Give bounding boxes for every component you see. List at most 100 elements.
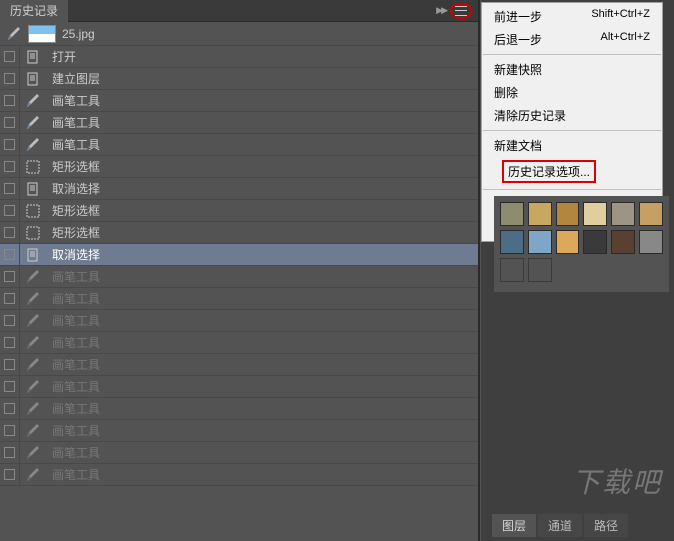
history-brush-icon <box>6 26 22 42</box>
checkbox-icon <box>4 161 15 172</box>
menu-item[interactable]: 新建文档 <box>482 134 662 157</box>
brush-icon <box>20 357 46 373</box>
tab-channels[interactable]: 通道 <box>538 514 582 537</box>
menu-item-label: 清除历史记录 <box>494 107 650 124</box>
history-source-checkbox[interactable] <box>0 310 20 332</box>
history-row[interactable]: 打开 <box>0 46 478 68</box>
history-step-label: 画笔工具 <box>46 136 100 153</box>
collapse-arrows-icon[interactable]: ▶▶ <box>436 5 446 16</box>
checkbox-icon <box>4 425 15 436</box>
swatch[interactable] <box>611 230 635 254</box>
history-row[interactable]: 画笔工具 <box>0 464 478 486</box>
history-row[interactable]: 取消选择 <box>0 244 478 266</box>
history-source-checkbox[interactable] <box>0 68 20 90</box>
history-row[interactable]: 画笔工具 <box>0 90 478 112</box>
history-tab[interactable]: 历史记录 <box>0 0 68 22</box>
history-source-checkbox[interactable] <box>0 442 20 464</box>
history-source-checkbox[interactable] <box>0 354 20 376</box>
history-source-checkbox[interactable] <box>0 46 20 68</box>
history-row[interactable]: 矩形选框 <box>0 200 478 222</box>
history-source-checkbox[interactable] <box>0 332 20 354</box>
menu-item[interactable]: 清除历史记录 <box>482 104 662 127</box>
history-source-checkbox[interactable] <box>0 156 20 178</box>
menu-item-shortcut: Alt+Ctrl+Z <box>600 31 650 48</box>
history-step-label: 画笔工具 <box>46 290 100 307</box>
history-source-checkbox[interactable] <box>0 376 20 398</box>
brush-icon <box>20 445 46 461</box>
swatch[interactable] <box>556 202 580 226</box>
swatch[interactable] <box>556 230 580 254</box>
swatch[interactable] <box>583 230 607 254</box>
history-row[interactable]: 取消选择 <box>0 178 478 200</box>
history-source-checkbox[interactable] <box>0 288 20 310</box>
menu-item[interactable]: 前进一步Shift+Ctrl+Z <box>482 5 662 28</box>
brush-icon <box>20 313 46 329</box>
checkbox-icon <box>4 117 15 128</box>
history-source-checkbox[interactable] <box>0 134 20 156</box>
history-row[interactable]: 画笔工具 <box>0 134 478 156</box>
history-row[interactable]: 画笔工具 <box>0 420 478 442</box>
tab-layers[interactable]: 图层 <box>492 514 536 537</box>
menu-item-label: 历史记录选项... <box>502 160 596 183</box>
history-row[interactable]: 建立图层 <box>0 68 478 90</box>
history-step-label: 画笔工具 <box>46 378 100 395</box>
checkbox-icon <box>4 359 15 370</box>
history-row[interactable]: 矩形选框 <box>0 156 478 178</box>
swatch[interactable] <box>639 230 663 254</box>
history-step-label: 画笔工具 <box>46 356 100 373</box>
history-source-checkbox[interactable] <box>0 200 20 222</box>
checkbox-icon <box>4 337 15 348</box>
menu-item[interactable]: 历史记录选项... <box>490 157 654 186</box>
menu-item[interactable]: 删除 <box>482 81 662 104</box>
history-row[interactable]: 画笔工具 <box>0 376 478 398</box>
menu-item[interactable]: 新建快照 <box>482 58 662 81</box>
history-source-checkbox[interactable] <box>0 420 20 442</box>
history-step-label: 画笔工具 <box>46 444 100 461</box>
swatch[interactable] <box>583 202 607 226</box>
panel-menu-icon[interactable] <box>455 6 467 16</box>
history-row[interactable]: 画笔工具 <box>0 442 478 464</box>
swatch[interactable] <box>528 202 552 226</box>
swatch[interactable] <box>639 202 663 226</box>
swatch[interactable] <box>528 230 552 254</box>
document-filename: 25.jpg <box>62 27 95 41</box>
menu-item-label: 删除 <box>494 84 650 101</box>
checkbox-icon <box>4 227 15 238</box>
history-source-checkbox[interactable] <box>0 464 20 486</box>
menu-item[interactable]: 后退一步Alt+Ctrl+Z <box>482 28 662 51</box>
brush-icon <box>20 401 46 417</box>
history-step-label: 矩形选框 <box>46 158 100 175</box>
history-row[interactable]: 画笔工具 <box>0 354 478 376</box>
history-row[interactable]: 画笔工具 <box>0 112 478 134</box>
swatch[interactable] <box>500 230 524 254</box>
history-source-checkbox[interactable] <box>0 222 20 244</box>
swatch[interactable] <box>611 202 635 226</box>
history-row[interactable]: 画笔工具 <box>0 288 478 310</box>
tab-paths[interactable]: 路径 <box>584 514 628 537</box>
history-step-label: 矩形选框 <box>46 224 100 241</box>
history-source-checkbox[interactable] <box>0 178 20 200</box>
history-row[interactable]: 画笔工具 <box>0 266 478 288</box>
brush-icon <box>20 379 46 395</box>
history-source-checkbox[interactable] <box>0 112 20 134</box>
swatch[interactable] <box>500 202 524 226</box>
history-source-row[interactable]: 25.jpg <box>0 22 478 46</box>
menu-item-label: 后退一步 <box>494 31 600 48</box>
brush-icon <box>20 115 46 131</box>
doc-icon <box>20 72 46 86</box>
history-row[interactable]: 矩形选框 <box>0 222 478 244</box>
history-step-label: 矩形选框 <box>46 202 100 219</box>
empty-swatch[interactable] <box>528 258 552 282</box>
history-row[interactable]: 画笔工具 <box>0 332 478 354</box>
history-source-checkbox[interactable] <box>0 266 20 288</box>
checkbox-icon <box>4 447 15 458</box>
marquee-icon <box>20 226 46 240</box>
history-source-checkbox[interactable] <box>0 244 20 266</box>
history-row[interactable]: 画笔工具 <box>0 310 478 332</box>
empty-swatch[interactable] <box>500 258 524 282</box>
brush-icon <box>20 269 46 285</box>
history-step-label: 画笔工具 <box>46 334 100 351</box>
history-source-checkbox[interactable] <box>0 398 20 420</box>
history-source-checkbox[interactable] <box>0 90 20 112</box>
history-row[interactable]: 画笔工具 <box>0 398 478 420</box>
